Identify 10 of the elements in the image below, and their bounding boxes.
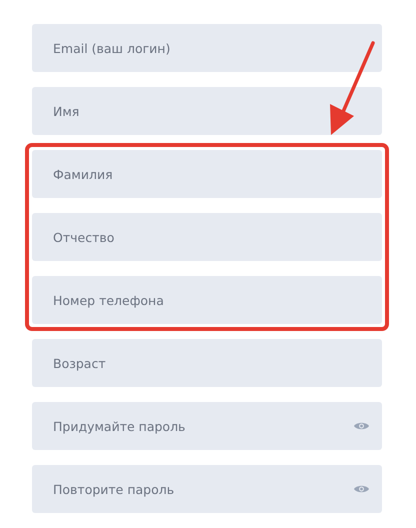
input-field[interactable]: Имя <box>32 87 382 135</box>
input-field[interactable]: Отчество <box>32 213 382 261</box>
password-field[interactable]: Повторите пароль <box>32 465 382 513</box>
eye-icon[interactable] <box>354 421 369 431</box>
input-field[interactable]: Email (ваш логин) <box>32 24 382 72</box>
input-field[interactable]: Номер телефона <box>32 276 382 324</box>
input-field[interactable]: Возраст <box>32 339 382 387</box>
password-field[interactable]: Придумайте пароль <box>32 402 382 450</box>
eye-icon[interactable] <box>354 484 369 494</box>
input-field[interactable]: Фамилия <box>32 150 382 198</box>
